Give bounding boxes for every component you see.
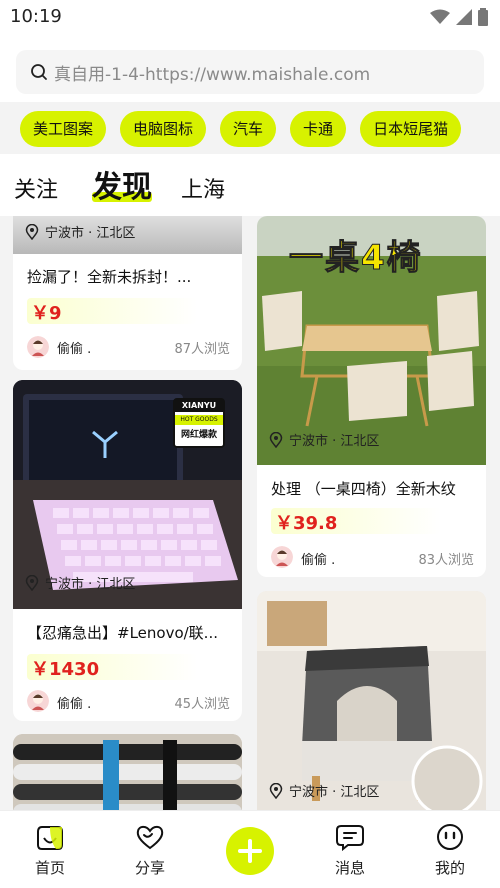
product-image xyxy=(257,591,486,810)
product-title: 捡漏了！全新未拆封！... xyxy=(27,268,192,286)
location-tag: 宁波市 · 江北区 xyxy=(25,573,135,592)
chip-computer-icon[interactable]: 电脑图标 xyxy=(120,111,207,147)
price-bar: ￥39.8 xyxy=(271,508,441,534)
location-text: 宁波市 · 江北区 xyxy=(289,785,380,800)
plus-icon xyxy=(238,839,262,863)
avatar[interactable] xyxy=(27,690,49,712)
location-tag: 宁波市 · 江北区 xyxy=(25,222,135,241)
nav-home[interactable]: 首页 xyxy=(20,823,80,878)
battery-icon xyxy=(478,8,488,26)
hot-goods-sticker: XIANYU HOT GOODS 网红爆款 xyxy=(173,398,225,448)
status-time: 10:19 xyxy=(10,6,62,27)
tab-city[interactable]: 上海 xyxy=(181,172,225,204)
chip-art-pattern[interactable]: 美工图案 xyxy=(20,111,107,147)
product-card[interactable] xyxy=(13,734,242,810)
search-placeholder: 真自用-1-4-https://www.maishale.com xyxy=(54,64,371,85)
feed-tabs: 关注 发现 上海 xyxy=(0,154,500,216)
chip-car[interactable]: 汽车 xyxy=(220,111,277,147)
location-text: 宁波市 · 江北区 xyxy=(45,577,136,592)
nav-messages[interactable]: 消息 xyxy=(320,823,380,878)
product-title: 处理 （一桌四椅）全新木纹 xyxy=(271,480,456,498)
location-tag: 宁波市 · 江北区 xyxy=(269,430,379,449)
avatar[interactable] xyxy=(271,546,293,568)
sticker-text: 网红爆款 xyxy=(180,430,217,440)
heart-icon xyxy=(136,825,164,850)
status-icons xyxy=(430,8,488,26)
location-text: 宁波市 · 江北区 xyxy=(289,434,380,449)
location-pin-icon xyxy=(269,782,283,799)
message-icon xyxy=(336,825,364,851)
location-tag: 宁波市 · 江北区 xyxy=(269,781,379,800)
chip-japanese-bobtail[interactable]: 日本短尾猫 xyxy=(360,111,462,147)
add-post-button[interactable] xyxy=(226,827,274,875)
product-price: ￥9 xyxy=(31,303,62,324)
location-pin-icon xyxy=(269,431,283,448)
search-input[interactable]: 真自用-1-4-https://www.maishale.com xyxy=(16,50,484,94)
avatar[interactable] xyxy=(27,336,49,358)
seller-name[interactable]: 偷偷 . xyxy=(301,549,335,568)
sticker-tag: HOT GOODS xyxy=(175,415,223,425)
location-pin-icon xyxy=(25,574,39,591)
seller-name[interactable]: 偷偷 . xyxy=(57,693,91,712)
search-icon xyxy=(31,64,47,80)
category-chips: 美工图案 电脑图标 汽车 卡通 日本短尾猫 xyxy=(0,102,500,154)
nav-share-label: 分享 xyxy=(134,859,165,877)
location-pin-icon xyxy=(25,223,39,240)
location-text: 宁波市 · 江北区 xyxy=(45,226,136,241)
tab-discover[interactable]: 发现 xyxy=(92,162,152,206)
product-card[interactable]: 宁波市 · 江北区 xyxy=(257,591,486,810)
product-card[interactable]: 一桌4椅 宁波市 · 江北区 处理 （一桌四椅）全新木纹 ￥39.8 偷偷 . … xyxy=(257,216,486,577)
nav-home-label: 首页 xyxy=(34,859,65,877)
nav-share[interactable]: 分享 xyxy=(120,823,180,878)
home-icon xyxy=(37,826,63,850)
tab-follow[interactable]: 关注 xyxy=(14,172,58,204)
sticker-brand: XIANYU xyxy=(175,400,223,412)
nav-messages-label: 消息 xyxy=(334,859,365,877)
seller-name[interactable]: 偷偷 . xyxy=(57,338,91,357)
view-count: 87人浏览 xyxy=(174,342,230,357)
product-card[interactable]: 宁波市 · 江北区 捡漏了！全新未拆封！... ￥9 xyxy=(13,216,242,337)
product-feed[interactable]: 宁波市 · 江北区 捡漏了！全新未拆封！... ￥9 偷偷 . 87人浏览 XI… xyxy=(0,216,500,810)
search-area: 真自用-1-4-https://www.maishale.com xyxy=(0,36,500,102)
bottom-nav: 首页 分享 消息 我的 xyxy=(0,810,500,888)
chip-cartoon[interactable]: 卡通 xyxy=(290,111,347,147)
product-price: ￥1430 xyxy=(31,659,100,680)
price-bar: ￥1430 xyxy=(27,654,197,680)
product-title: 【忍痛急出】#Lenovo/联... xyxy=(27,624,218,642)
signal-icon xyxy=(456,9,472,25)
view-count: 83人浏览 xyxy=(418,553,474,568)
card-user-row: 偷偷 . 87人浏览 xyxy=(13,326,242,370)
price-bar: ￥9 xyxy=(27,298,197,324)
nav-mine-label: 我的 xyxy=(434,859,465,877)
profile-face-icon xyxy=(437,824,463,850)
product-image xyxy=(13,734,242,810)
view-count: 45人浏览 xyxy=(174,697,230,712)
product-price: ￥39.8 xyxy=(275,513,338,534)
nav-mine[interactable]: 我的 xyxy=(420,823,480,878)
wifi-icon xyxy=(430,9,450,24)
product-card[interactable]: XIANYU HOT GOODS 网红爆款 宁波市 · 江北区 【忍痛急出】#L… xyxy=(13,380,242,721)
overlay-title: 一桌4椅 xyxy=(289,238,423,279)
status-bar: 10:19 xyxy=(0,0,500,36)
